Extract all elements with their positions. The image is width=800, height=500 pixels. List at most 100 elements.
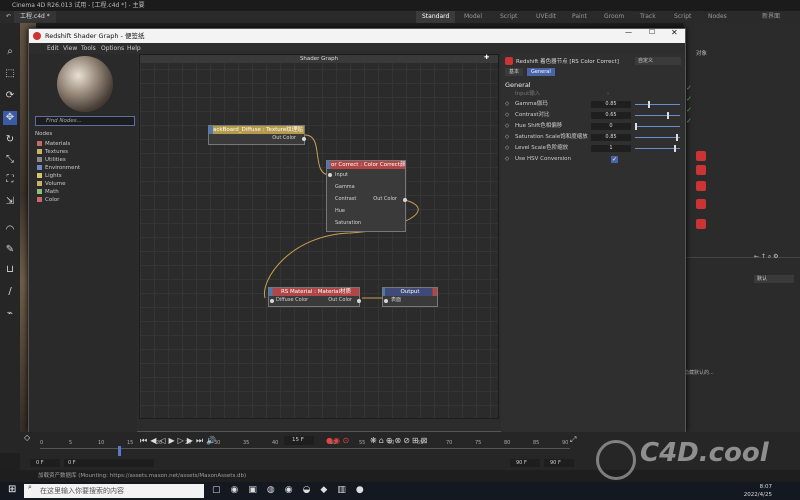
gamma-field[interactable]: 0.85 xyxy=(591,101,631,108)
node-category-textures[interactable]: Textures xyxy=(37,148,68,156)
hsv-checkbox[interactable]: ✓ xyxy=(611,156,618,163)
rotate-icon[interactable]: ↻ xyxy=(3,133,17,147)
current-frame-field[interactable]: 15 F xyxy=(284,436,314,445)
node-tree-root[interactable]: Nodes xyxy=(35,130,52,138)
cc-out-port[interactable] xyxy=(403,198,407,202)
saturation-scale-field[interactable]: 0.85 xyxy=(591,134,631,141)
tab-general[interactable]: General xyxy=(527,68,555,76)
hue-shift-slider[interactable] xyxy=(635,123,680,130)
preset-dropdown[interactable]: 自定义 xyxy=(635,57,681,65)
layout-tab-script2[interactable]: Script xyxy=(668,11,697,23)
timeline-toggle-icon[interactable]: ◇ xyxy=(24,434,30,442)
menu-options[interactable]: Options xyxy=(101,43,124,54)
chevron-right-icon[interactable]: › xyxy=(607,90,609,99)
taskbar-search[interactable]: ⌕ 在这里输入你要搜索的内容 xyxy=(24,484,204,498)
layout-tab-paint[interactable]: Paint xyxy=(566,11,593,23)
live-select-icon[interactable]: ⬚ xyxy=(3,67,17,81)
keyframe-dot-icon[interactable]: ◇ xyxy=(505,155,509,164)
rs-material-node[interactable]: RS Material : Material材质 Diffuse Color O… xyxy=(268,287,361,307)
record-icons[interactable]: ●◉ ⊙ xyxy=(326,436,349,445)
material-tag-icon[interactable] xyxy=(696,181,706,191)
material-tag-icon[interactable] xyxy=(696,151,706,161)
playback-controls[interactable]: ⏮◀◁▶▷▶⏭🔊 xyxy=(140,436,219,446)
material-tag-icon[interactable] xyxy=(696,199,706,209)
keyframe-dot-icon[interactable]: ◇ xyxy=(505,144,509,153)
preview-end-field[interactable]: 90 F xyxy=(510,459,540,467)
keyframe-dot-icon[interactable]: ◇ xyxy=(505,122,509,131)
material-out-port[interactable] xyxy=(357,299,361,303)
node-category-color[interactable]: Color xyxy=(37,196,59,204)
windows-start-icon[interactable]: ⊞ xyxy=(8,485,16,495)
layout-tab-nodes[interactable]: Nodes xyxy=(702,11,733,23)
preview-start-field[interactable]: 0 F xyxy=(64,459,154,467)
surface-port[interactable] xyxy=(384,299,388,303)
keyframe-dot-icon[interactable]: ◇ xyxy=(505,100,509,109)
menu-edit[interactable]: Edit xyxy=(47,43,59,54)
move-tool-icon[interactable]: ✥ xyxy=(3,111,17,125)
keyframe-dot-icon[interactable]: ◇ xyxy=(505,133,509,142)
minimize-icon[interactable]: — xyxy=(625,29,632,36)
end-frame-field[interactable]: 90 F xyxy=(544,459,574,467)
texture-node[interactable]: ackBoard_Diffuse : Texture纹理贴 Out Color xyxy=(208,125,306,145)
scale-tool-icon[interactable]: ⤡ xyxy=(3,153,17,167)
node-category-environment[interactable]: Environment xyxy=(37,164,80,172)
zoom-icon[interactable]: ⌕ xyxy=(3,45,17,59)
keyframe-tool-icons[interactable]: ❋⌂⊕⊗⊘⊞⊠ xyxy=(370,436,429,445)
brush-icon[interactable]: ⌁ xyxy=(3,307,17,321)
document-tab[interactable]: 工程.c4d * xyxy=(14,11,56,23)
level-scale-slider[interactable] xyxy=(635,145,680,152)
taskbar-clock[interactable]: 8:07 2022/4/25 xyxy=(712,483,772,499)
contrast-slider[interactable] xyxy=(635,112,680,119)
keyframe-dot-icon[interactable]: ◇ xyxy=(505,111,509,120)
node-category-math[interactable]: Math xyxy=(37,188,59,196)
layout-tab-groom[interactable]: Groom xyxy=(598,11,630,23)
output-node[interactable]: Output 表面 xyxy=(382,287,438,307)
layout-tab-standard[interactable]: Standard xyxy=(416,11,456,23)
layout-tab-new[interactable]: 新界面 xyxy=(756,11,786,23)
saturation-scale-slider-knob[interactable] xyxy=(676,134,678,141)
gamma-slider-knob[interactable] xyxy=(648,101,650,108)
find-nodes-input[interactable]: Find Nodes... xyxy=(35,116,135,126)
hue-shift-slider-knob[interactable] xyxy=(635,123,637,130)
playhead[interactable] xyxy=(118,446,121,456)
diffuse-color-port[interactable] xyxy=(270,299,274,303)
gamma-slider[interactable] xyxy=(635,101,680,108)
taskbar-app-icons[interactable]: ▢◉▣◍◉◒◆▥● xyxy=(212,485,374,495)
magnet-icon[interactable]: ⊔ xyxy=(3,263,17,277)
color-correct-node[interactable]: or Correct : Color Correct颜 Input Gamma … xyxy=(326,160,407,232)
menu-view[interactable]: View xyxy=(63,43,77,54)
attribute-nav-icons[interactable]: ← ↑ ⌕ ⚙ xyxy=(754,253,779,261)
timeline-expand-icon[interactable]: ⤢ xyxy=(570,435,576,445)
layout-tab-script[interactable]: Script xyxy=(494,11,523,23)
transform-icon[interactable]: ⛶ xyxy=(3,173,17,187)
paint-icon[interactable]: / xyxy=(3,285,17,299)
menu-tools[interactable]: Tools xyxy=(81,43,96,54)
node-category-materials[interactable]: Materials xyxy=(37,140,70,148)
input-port[interactable] xyxy=(328,173,332,177)
material-tag-icon[interactable] xyxy=(696,165,706,175)
material-tag-icon[interactable] xyxy=(696,219,706,229)
hue-shift-field[interactable]: 0 xyxy=(591,123,631,130)
knife-icon[interactable]: ✎ xyxy=(3,243,17,257)
texture-out-port[interactable] xyxy=(302,137,306,141)
menu-help[interactable]: Help xyxy=(127,43,141,54)
axis-icon[interactable]: ⇲ xyxy=(3,195,17,209)
rotate-tool-icon[interactable]: ⟳ xyxy=(3,89,17,103)
node-category-volume[interactable]: Volume xyxy=(37,180,65,188)
contrast-field[interactable]: 0.65 xyxy=(591,112,631,119)
layout-tab-uvedit[interactable]: UVEdit xyxy=(530,11,562,23)
contrast-slider-knob[interactable] xyxy=(667,112,669,119)
shader-graph-canvas[interactable]: Shader Graph ✚ ackBoard_Diffuse : Textur… xyxy=(139,54,499,419)
layout-tab-model[interactable]: Model xyxy=(458,11,488,23)
node-category-lights[interactable]: Lights xyxy=(37,172,62,180)
visibility-checks[interactable]: ✓ ✓ ✓ ✓ xyxy=(686,83,692,127)
mode-dropdown[interactable]: 默认 xyxy=(754,275,794,283)
level-scale-field[interactable]: 1 xyxy=(591,145,631,152)
node-category-utilities[interactable]: Utilities xyxy=(37,156,66,164)
layout-tab-track[interactable]: Track xyxy=(634,11,662,23)
level-scale-slider-knob[interactable] xyxy=(674,145,676,152)
tab-basic[interactable]: 基本 xyxy=(505,68,524,76)
maximize-icon[interactable]: ☐ xyxy=(649,29,655,36)
saturation-scale-slider[interactable] xyxy=(635,134,680,141)
loop-icon[interactable]: ◠ xyxy=(3,223,17,237)
